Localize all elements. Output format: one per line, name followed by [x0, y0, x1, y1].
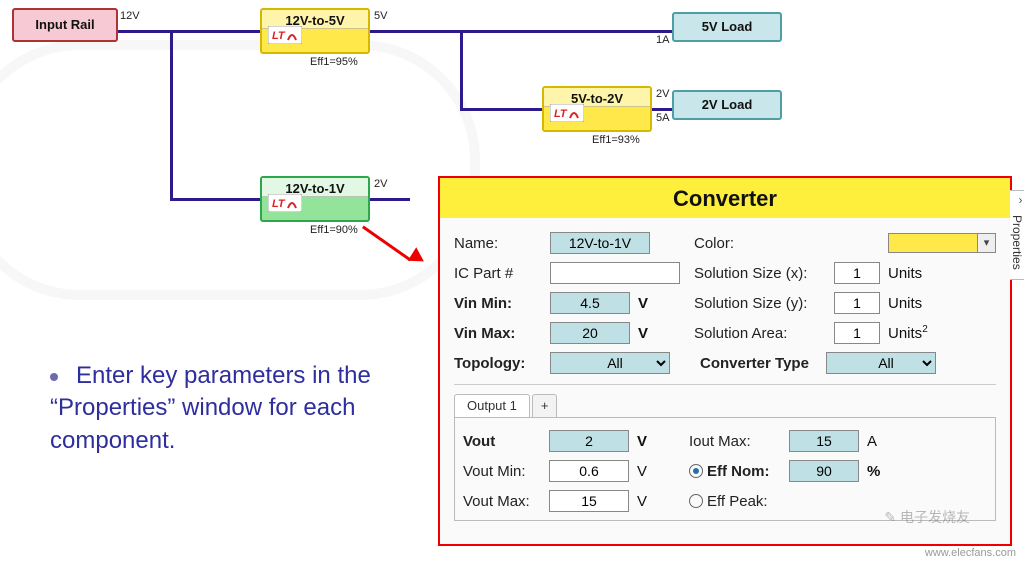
block-2v-load[interactable]: 2V Load	[672, 90, 782, 120]
block-12v-to-1v[interactable]: 12V-to-1V LT	[260, 176, 370, 222]
label-effnom: Eff Nom:	[707, 463, 789, 480]
color-swatch[interactable]	[888, 233, 978, 253]
unit-vinmin: V	[630, 295, 660, 312]
voutmax-input[interactable]	[549, 490, 629, 512]
unit-solx: Units	[880, 265, 930, 282]
eff-label: Eff1=95%	[310, 56, 358, 68]
block-12v-to-5v[interactable]: 12V-to-5V LT	[260, 8, 370, 54]
wire	[118, 30, 260, 33]
label-ioutmax: Iout Max:	[689, 433, 789, 450]
instruction-bullet: Enter key parameters in the “Properties”…	[50, 360, 430, 457]
unit-voutmax: V	[629, 493, 659, 510]
icpart-input[interactable]	[550, 262, 680, 284]
label-voutmin: Vout Min:	[463, 463, 549, 480]
wire	[370, 198, 410, 201]
label-topology: Topology:	[454, 355, 550, 372]
tab-body: Vout V Iout Max: A Vout Min: V Eff Nom: …	[454, 417, 996, 521]
label-voutmax: Vout Max:	[463, 493, 549, 510]
label-convtype: Converter Type	[700, 355, 826, 372]
callout-arrow-head-icon	[408, 247, 428, 268]
lt-icon: LT	[268, 194, 302, 217]
panel-title: Converter	[440, 178, 1010, 218]
instruction-text: Enter key parameters in the “Properties”…	[50, 362, 371, 454]
pin-label: 2V	[374, 178, 387, 190]
block-5v-load[interactable]: 5V Load	[672, 12, 782, 42]
pin-label: 12V	[120, 10, 140, 22]
soly-input[interactable]	[834, 292, 880, 314]
label-color: Color:	[694, 235, 754, 252]
unit-ioutmax: A	[859, 433, 889, 450]
unit-voutmin: V	[629, 463, 659, 480]
name-input[interactable]	[550, 232, 650, 254]
label-effpeak: Eff Peak:	[707, 493, 789, 510]
unit-soly: Units	[880, 295, 930, 312]
bullet-dot-icon	[50, 373, 58, 381]
eff-label: Eff1=90%	[310, 224, 358, 236]
block-label: 2V Load	[674, 97, 780, 112]
callout-arrow-line	[362, 226, 411, 262]
divider	[454, 384, 996, 385]
wire	[460, 30, 463, 110]
pin-label: 2V	[656, 88, 669, 100]
tab-output1[interactable]: Output 1	[454, 394, 530, 417]
svg-text:LT: LT	[554, 108, 568, 120]
unit-effnom: %	[859, 463, 889, 480]
wire	[170, 198, 260, 201]
sola-input[interactable]	[834, 322, 880, 344]
label-solx: Solution Size (x):	[694, 265, 834, 282]
svg-text:LT: LT	[272, 198, 286, 210]
vinmin-input[interactable]	[550, 292, 630, 314]
topology-select[interactable]: All	[550, 352, 670, 374]
vout-input[interactable]	[549, 430, 629, 452]
pin-label: 5A	[656, 112, 669, 124]
pin-label: 1A	[656, 34, 669, 46]
lt-icon: LT	[550, 104, 584, 127]
wire	[460, 108, 542, 111]
label-vout: Vout	[463, 433, 549, 450]
label-sola: Solution Area:	[694, 325, 814, 342]
unit-vout: V	[629, 433, 659, 450]
block-input-rail[interactable]: Input Rail	[12, 8, 118, 42]
properties-side-tab[interactable]: › Properties	[1010, 190, 1024, 280]
radio-effpeak[interactable]	[689, 494, 703, 508]
label-icpart: IC Part #	[454, 265, 550, 282]
unit-sola: Units2	[880, 324, 930, 342]
voutmin-input[interactable]	[549, 460, 629, 482]
source-logo-watermark: ✎ 电子发烧友	[850, 507, 970, 539]
ioutmax-input[interactable]	[789, 430, 859, 452]
properties-panel: › Properties Converter Name: Color: ▾ IC…	[438, 176, 1012, 546]
block-label: Input Rail	[14, 17, 116, 32]
pin-label: 5V	[374, 10, 387, 22]
wire	[370, 30, 672, 33]
wire	[652, 108, 672, 111]
radio-effnom[interactable]	[689, 464, 703, 478]
convtype-select[interactable]: All	[826, 352, 936, 374]
block-5v-to-2v[interactable]: 5V-to-2V LT	[542, 86, 652, 132]
vinmax-input[interactable]	[550, 322, 630, 344]
solx-input[interactable]	[834, 262, 880, 284]
svg-text:LT: LT	[272, 30, 286, 42]
tab-add-button[interactable]: +	[532, 394, 558, 417]
label-vinmin: Vin Min:	[454, 295, 550, 312]
unit-vinmax: V	[630, 325, 660, 342]
label-vinmax: Vin Max:	[454, 325, 550, 342]
block-label: 5V Load	[674, 19, 780, 34]
chevron-right-icon: ›	[1010, 191, 1024, 209]
source-url-watermark: www.elecfans.com	[925, 547, 1016, 559]
side-tab-label: Properties	[1010, 209, 1024, 270]
label-name: Name:	[454, 235, 550, 252]
eff-label: Eff1=93%	[592, 134, 640, 146]
label-soly: Solution Size (y):	[694, 295, 834, 312]
wire	[170, 30, 173, 200]
panel-form: Name: Color: ▾ IC Part # Solution Size (…	[440, 218, 1010, 529]
effnom-input[interactable]	[789, 460, 859, 482]
color-dropdown-button[interactable]: ▾	[978, 233, 996, 253]
lt-icon: LT	[268, 26, 302, 49]
